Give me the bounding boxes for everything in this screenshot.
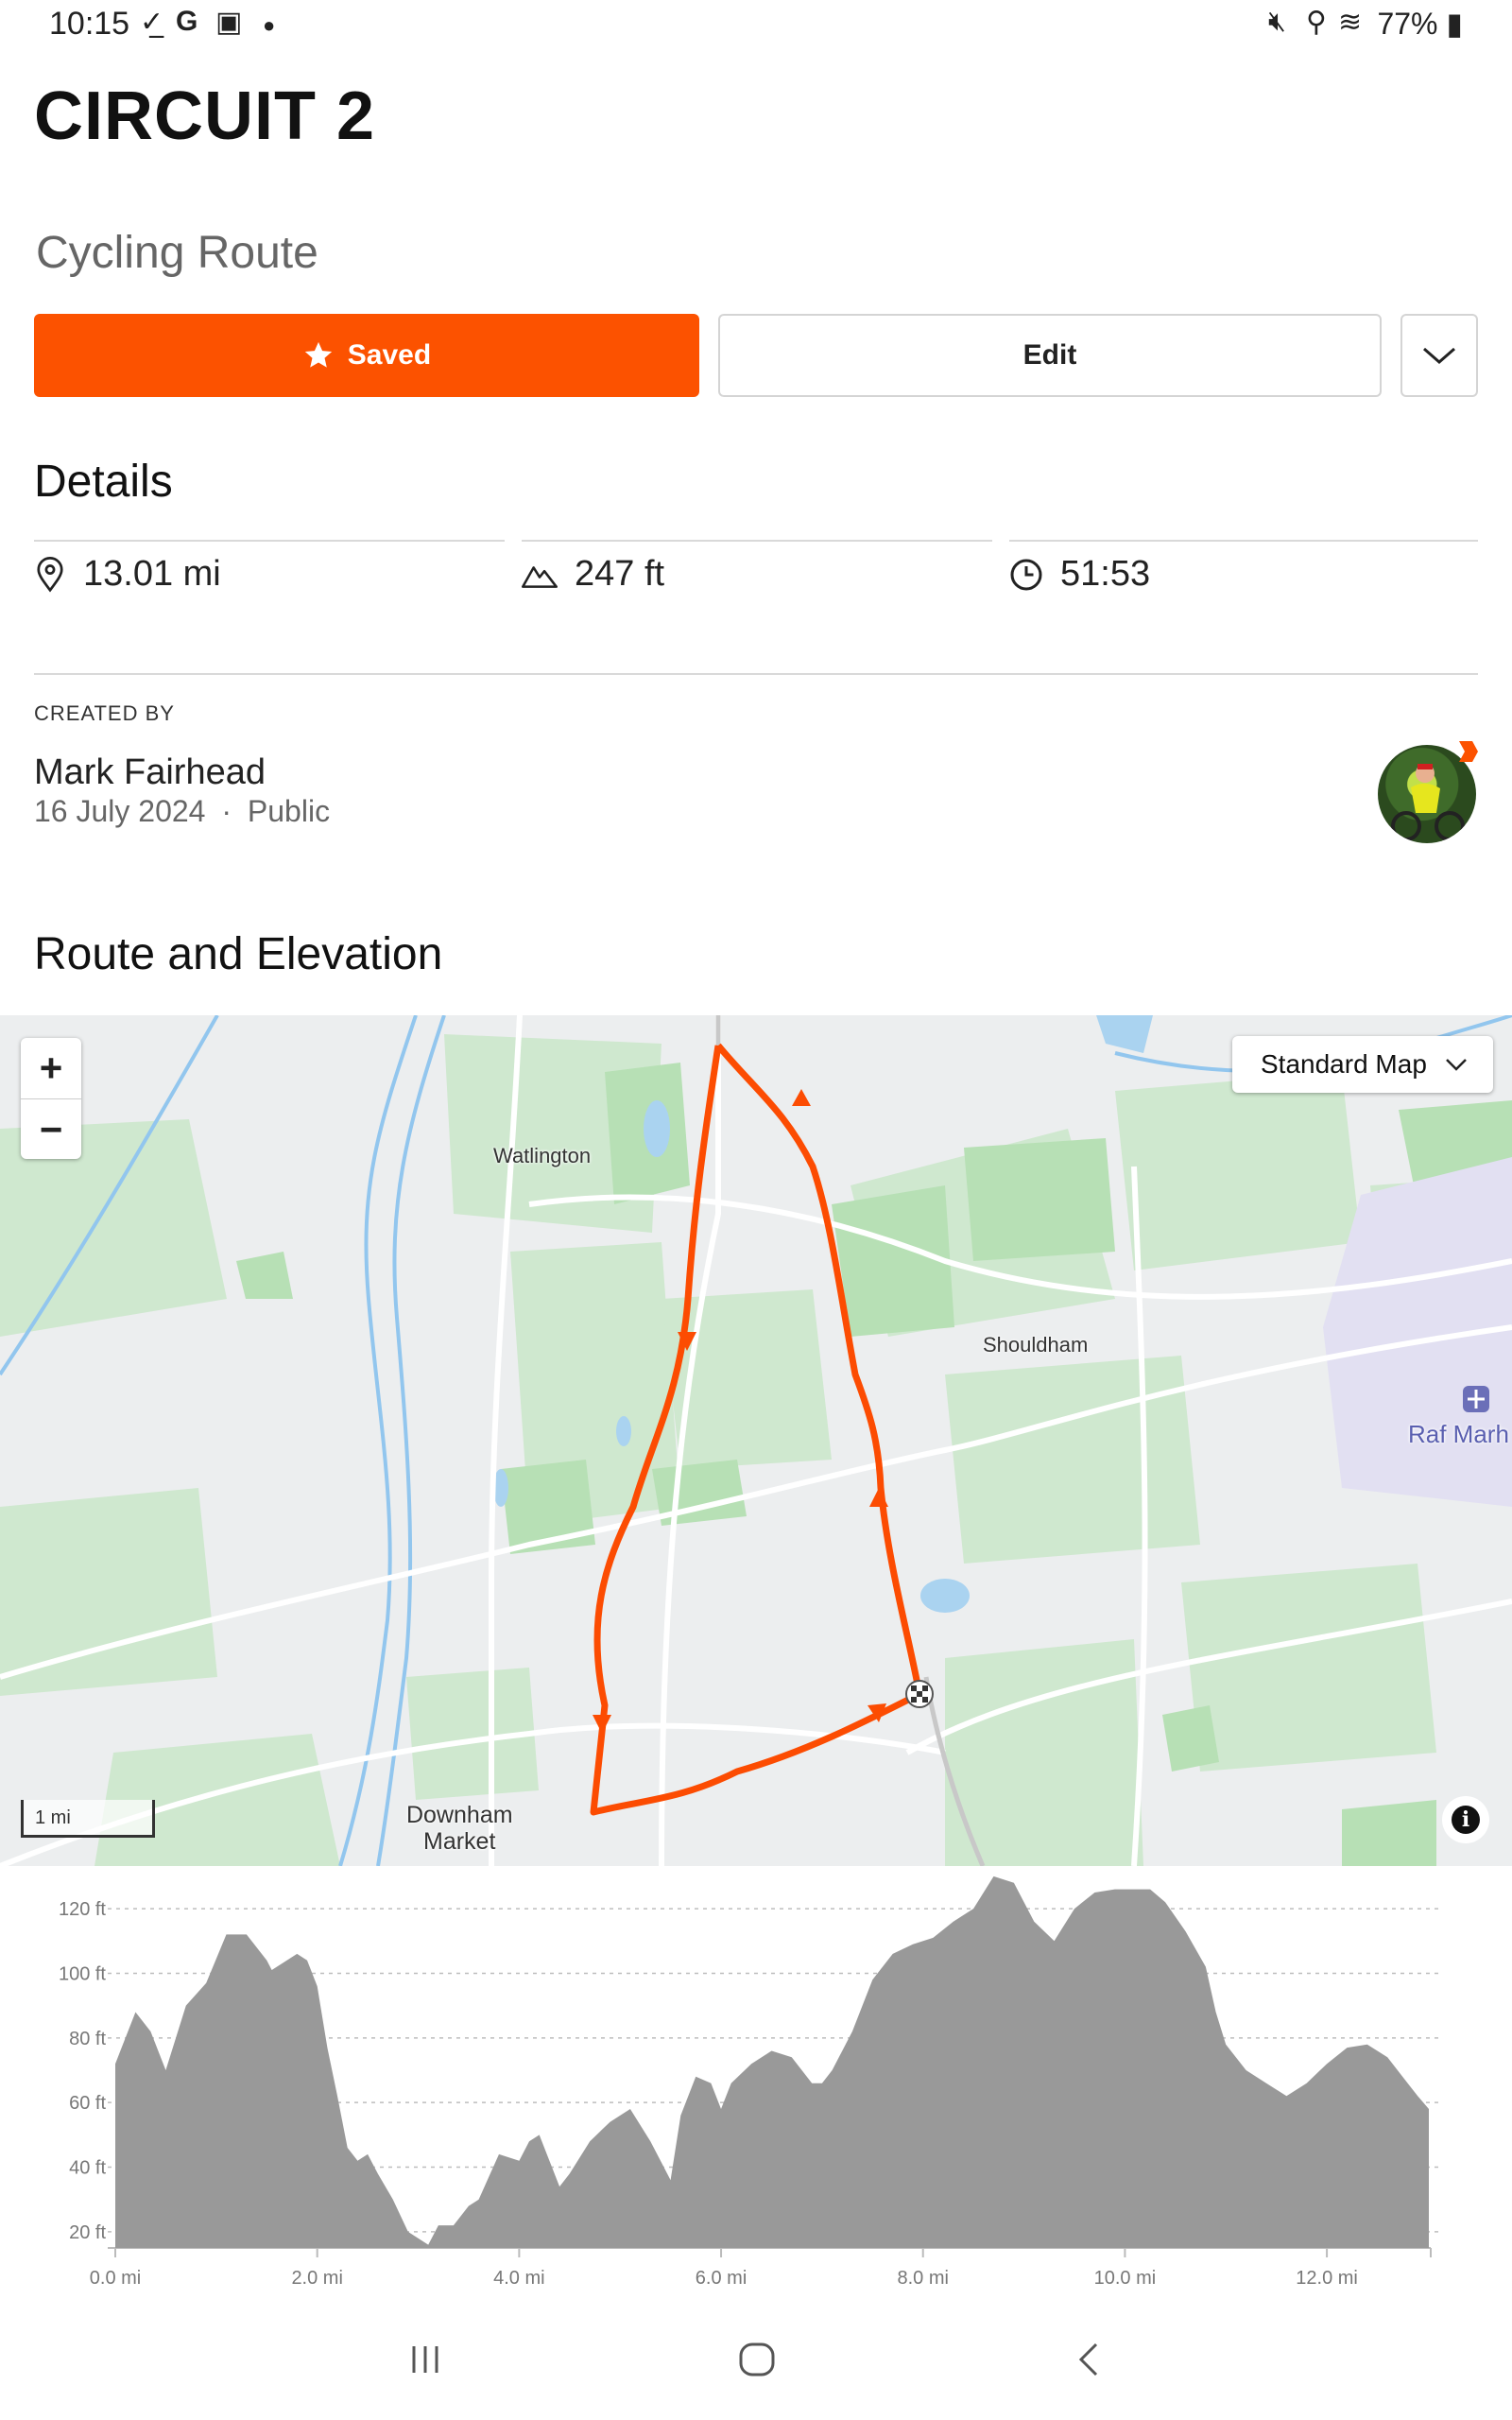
- google-icon: G: [176, 6, 198, 37]
- zoom-controls: + −: [21, 1038, 81, 1159]
- map-label-raf: Raf Marh: [1408, 1420, 1509, 1448]
- x-tick-label: 0.0 mi: [90, 2268, 141, 2289]
- divider: [1009, 540, 1478, 542]
- visibility: Public: [247, 794, 331, 828]
- dot-icon: ●: [263, 13, 276, 37]
- map-type-select[interactable]: Standard Map: [1232, 1036, 1493, 1093]
- map-label-downham: Downham: [406, 1802, 513, 1828]
- map-label-watlington: Watlington: [493, 1144, 592, 1167]
- edit-label: Edit: [1022, 339, 1077, 371]
- recents-icon[interactable]: [406, 2341, 444, 2388]
- y-tick-label: 60 ft: [69, 2093, 106, 2114]
- route-meta: 16 July 2024 · Public: [34, 794, 330, 829]
- map-type-label: Standard Map: [1261, 1049, 1427, 1079]
- location-icon: ⚲: [1306, 7, 1327, 38]
- map-canvas: [0, 1015, 1512, 1866]
- elevation-plot: 120 ft 100 ft 80 ft 60 ft 40 ft 20 ft 0.0 mi 2…: [59, 1876, 1438, 2289]
- strava-badge-icon: [1455, 737, 1480, 766]
- created-by-label: CREATED BY: [34, 701, 175, 725]
- time-value: 51:53: [1060, 554, 1151, 594]
- status-bar: 10:15 ✓̲ G ▣ ● 🔇︎ ⚲ ≋ 77% ▮: [0, 0, 1512, 53]
- clock-icon: [1010, 559, 1042, 590]
- edit-button[interactable]: Edit: [718, 314, 1382, 397]
- divider: [34, 673, 1478, 675]
- meta-separator: ·: [221, 794, 232, 828]
- wifi-icon: ≋: [1338, 7, 1363, 38]
- elevation-value: 247 ft: [575, 554, 665, 594]
- mountain-icon: [522, 565, 558, 588]
- gallery-icon: ▣: [215, 7, 243, 38]
- chevron-down-icon: [1446, 1059, 1467, 1071]
- creator-name[interactable]: Mark Fairhead: [34, 752, 266, 793]
- details-heading: Details: [34, 457, 173, 507]
- x-tick-label: 10.0 mi: [1094, 2268, 1157, 2289]
- distance-stat: 13.01 mi: [34, 554, 221, 595]
- y-tick-label: 80 ft: [69, 2029, 106, 2049]
- mute-icon: 🔇︎: [1268, 6, 1286, 37]
- x-tick-label: 6.0 mi: [696, 2268, 747, 2289]
- route-type: Cycling Route: [36, 228, 318, 278]
- route-map[interactable]: + − Standard Map Watlington Shouldham Ra…: [0, 1015, 1512, 1866]
- distance-value: 13.01 mi: [83, 554, 221, 594]
- map-info-button[interactable]: i: [1442, 1796, 1489, 1843]
- divider: [34, 540, 505, 542]
- status-time: 10:15: [49, 6, 130, 42]
- info-icon: i: [1452, 1806, 1480, 1834]
- x-tick-label: 12.0 mi: [1296, 2268, 1358, 2289]
- elevation-stat: 247 ft: [522, 554, 664, 595]
- route-elevation-heading: Route and Elevation: [34, 929, 443, 979]
- x-tick-label: 8.0 mi: [897, 2268, 948, 2289]
- map-label-market: Market: [423, 1828, 496, 1855]
- created-date: 16 July 2024: [34, 794, 206, 828]
- y-tick-label: 120 ft: [59, 1899, 106, 1920]
- back-icon[interactable]: [1075, 2341, 1104, 2388]
- elevation-area: [115, 1876, 1429, 2248]
- map-label-shouldham: Shouldham: [983, 1333, 1089, 1357]
- battery-icon: ▮: [1437, 7, 1463, 41]
- route-title: CIRCUIT 2: [34, 78, 376, 154]
- chevron-down-icon: [1423, 347, 1455, 364]
- map-scale: 1 mi: [21, 1800, 155, 1838]
- battery-level: 77% ▮: [1377, 7, 1463, 41]
- saved-button[interactable]: Saved: [34, 314, 699, 397]
- y-tick-label: 40 ft: [69, 2158, 106, 2179]
- more-options-button[interactable]: [1400, 314, 1478, 397]
- x-tick-label: 2.0 mi: [291, 2268, 342, 2289]
- saved-label: Saved: [347, 339, 432, 371]
- x-tick-label: 4.0 mi: [493, 2268, 544, 2289]
- y-tick-label: 20 ft: [69, 2222, 106, 2243]
- location-pin-icon: [37, 556, 63, 593]
- star-icon: [304, 341, 332, 368]
- time-stat: 51:53: [1009, 554, 1150, 595]
- divider: [522, 540, 992, 542]
- zoom-in-button[interactable]: +: [21, 1038, 81, 1099]
- elevation-chart: 120 ft 100 ft 80 ft 60 ft 40 ft 20 ft 0.0 mi 2…: [0, 1866, 1512, 2291]
- zoom-out-button[interactable]: −: [21, 1099, 81, 1160]
- check-download-icon: ✓̲: [140, 7, 164, 38]
- home-icon[interactable]: [737, 2341, 777, 2388]
- y-tick-label: 100 ft: [59, 1963, 106, 1984]
